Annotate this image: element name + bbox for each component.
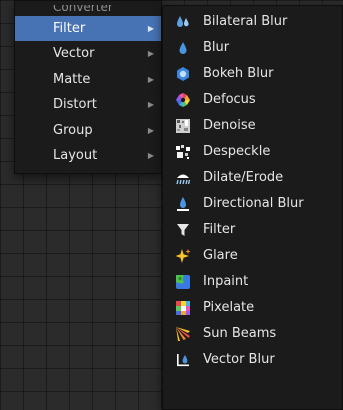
filter-submenu: Bilateral Blur Blur Bokeh Blur Defocus D… <box>162 5 343 410</box>
menu-item-matte[interactable]: Matte ▶ <box>15 67 161 92</box>
menu-item-label: Sun Beams <box>203 326 277 341</box>
menu-item-label: Converter <box>53 5 113 14</box>
menu-item-pixelate[interactable]: Pixelate <box>163 295 342 321</box>
menu-item-label: Defocus <box>203 92 256 107</box>
menu-item-converter-clipped[interactable]: Converter <box>15 5 161 16</box>
menu-item-label: Distort <box>53 97 97 113</box>
despeckle-icon <box>175 144 191 160</box>
menu-item-distort[interactable]: Distort ▶ <box>15 92 161 117</box>
inpaint-icon <box>175 274 191 290</box>
sun-beams-icon <box>175 326 191 342</box>
menu-item-vector-blur[interactable]: Vector Blur <box>163 347 342 373</box>
menu-item-label: Filter <box>53 21 86 36</box>
menu-item-label: Bokeh Blur <box>203 66 274 81</box>
submenu-arrow-icon: ▶ <box>147 74 154 84</box>
menu-item-label: Dilate/Erode <box>203 170 284 185</box>
menu-item-inpaint[interactable]: Inpaint <box>163 269 342 295</box>
submenu-arrow-icon: ▶ <box>147 150 154 160</box>
menu-item-label: Layout <box>53 147 98 163</box>
menu-item-label: Filter <box>203 222 236 237</box>
menu-item-defocus[interactable]: Defocus <box>163 87 342 113</box>
menu-item-label: Bilateral Blur <box>203 14 288 29</box>
menu-item-vector[interactable]: Vector ▶ <box>15 41 161 66</box>
menu-item-label: Vector Blur <box>203 352 275 367</box>
menu-item-label: Glare <box>203 248 238 263</box>
submenu-arrow-icon: ▶ <box>147 125 154 135</box>
menu-item-layout[interactable]: Layout ▶ <box>15 143 161 168</box>
menu-item-label: Inpaint <box>203 274 249 289</box>
menu-item-sun-beams[interactable]: Sun Beams <box>163 321 342 347</box>
menu-item-group[interactable]: Group ▶ <box>15 118 161 143</box>
menu-item-label: Despeckle <box>203 144 271 159</box>
menu-item-bilateral-blur[interactable]: Bilateral Blur <box>163 9 342 35</box>
menu-item-glare[interactable]: Glare <box>163 243 342 269</box>
menu-item-label: Blur <box>203 40 230 55</box>
menu-item-label: Directional Blur <box>203 196 304 211</box>
menu-item-label: Matte <box>53 71 91 87</box>
menu-item-bokeh-blur[interactable]: Bokeh Blur <box>163 61 342 87</box>
blur-icon <box>175 40 191 56</box>
menu-item-label: Vector <box>53 46 95 62</box>
directional-blur-icon <box>175 196 191 212</box>
bilateral-blur-icon <box>175 14 191 30</box>
menu-item-label: Group <box>53 122 93 138</box>
vector-blur-icon <box>175 352 191 368</box>
glare-icon <box>175 248 191 264</box>
menu-item-dilate-erode[interactable]: Dilate/Erode <box>163 165 342 191</box>
bokeh-blur-icon <box>175 66 191 82</box>
defocus-icon <box>175 92 191 108</box>
filter-icon <box>175 222 191 238</box>
submenu-arrow-icon: ▶ <box>147 100 154 110</box>
menu-item-directional-blur[interactable]: Directional Blur <box>163 191 342 217</box>
menu-item-label: Denoise <box>203 118 256 133</box>
pixelate-icon <box>175 300 191 316</box>
submenu-arrow-icon: ▶ <box>147 24 154 33</box>
menu-item-filter[interactable]: Filter <box>163 217 342 243</box>
menu-item-denoise[interactable]: Denoise <box>163 113 342 139</box>
submenu-arrow-icon: ▶ <box>147 49 154 59</box>
menu-item-blur[interactable]: Blur <box>163 35 342 61</box>
menu-item-filter[interactable]: Filter ▶ <box>15 16 161 42</box>
dilate-erode-icon <box>175 170 191 186</box>
denoise-icon <box>175 118 191 134</box>
menu-item-despeckle[interactable]: Despeckle <box>163 139 342 165</box>
node-category-menu: Converter Filter ▶ Vector ▶ Matte ▶ Dist… <box>14 0 162 174</box>
menu-item-label: Pixelate <box>203 300 255 315</box>
